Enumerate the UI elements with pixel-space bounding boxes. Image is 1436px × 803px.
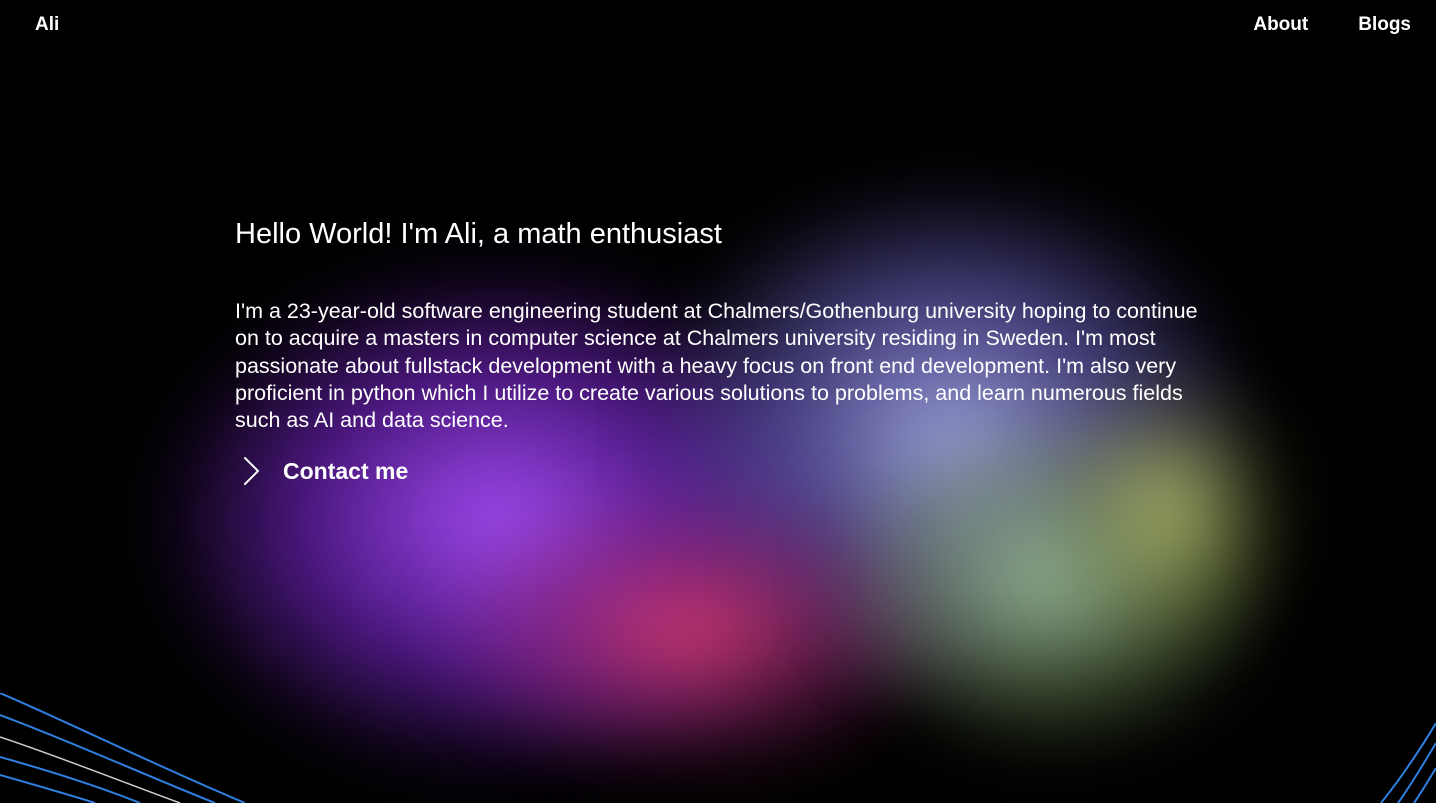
nav-links: About Blogs <box>1253 14 1411 36</box>
decorative-lines-right <box>1380 723 1436 803</box>
top-nav: Ali About Blogs <box>0 0 1436 52</box>
logo-link[interactable]: Ali <box>35 14 59 36</box>
hero-title: Hello World! I'm Ali, a math enthusiast <box>235 218 722 250</box>
chevron-right-icon <box>244 457 259 486</box>
contact-me-label: Contact me <box>283 457 409 484</box>
decorative-lines-left <box>0 693 246 803</box>
nav-link-about[interactable]: About <box>1253 14 1308 36</box>
gradient-blob-pink <box>430 480 950 780</box>
page: Ali About Blogs Hello World! I'm Ali, a … <box>0 0 1436 803</box>
hero-section: Hello World! I'm Ali, a math enthusiast … <box>235 214 1235 488</box>
nav-link-blogs[interactable]: Blogs <box>1358 14 1411 36</box>
hero-bio: I'm a 23-year-old software engineering s… <box>235 299 1198 433</box>
contact-me-button[interactable]: Contact me <box>235 454 415 488</box>
